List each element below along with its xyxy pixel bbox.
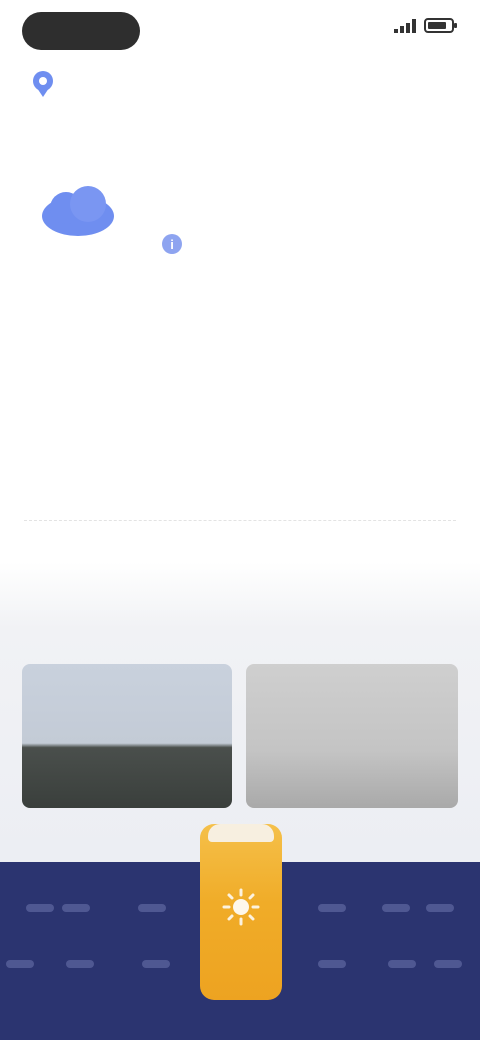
- location-pin-icon[interactable]: [28, 68, 58, 98]
- nav-dot: [318, 904, 346, 912]
- condition-row: i: [152, 234, 182, 254]
- nav-dot: [138, 904, 166, 912]
- weather-details-list: [30, 286, 450, 486]
- bottom-navigation: [0, 824, 480, 1040]
- center-action-button[interactable]: [200, 824, 282, 1000]
- signal-icon: [394, 18, 416, 33]
- detail-row: [30, 326, 450, 366]
- nav-item[interactable]: [400, 892, 480, 924]
- nav-item[interactable]: [292, 948, 372, 980]
- detail-row: [30, 286, 450, 326]
- sun-icon: [222, 888, 260, 926]
- detail-row: [30, 366, 450, 406]
- nav-dot: [426, 904, 454, 912]
- details-divider: [24, 520, 456, 521]
- nav-item[interactable]: [408, 948, 480, 980]
- nav-item[interactable]: [36, 892, 116, 924]
- detail-row: [30, 446, 450, 486]
- status-time: [22, 12, 140, 50]
- nav-dot: [318, 960, 346, 968]
- nav-item[interactable]: [112, 892, 192, 924]
- battery-icon: [424, 18, 457, 33]
- nav-dot: [66, 960, 94, 968]
- map-card-satellite[interactable]: [246, 664, 458, 808]
- nav-dot: [434, 960, 462, 968]
- cloud-icon: [42, 186, 114, 236]
- nav-dot: [62, 904, 90, 912]
- weather-app-screen: i: [0, 0, 480, 1040]
- nav-item[interactable]: [40, 948, 120, 980]
- nav-dot: [6, 960, 34, 968]
- nav-item[interactable]: [116, 948, 196, 980]
- status-bar: [0, 0, 480, 56]
- center-button-cap: [208, 824, 274, 842]
- nav-dot: [142, 960, 170, 968]
- info-icon[interactable]: i: [162, 234, 182, 254]
- detail-row: [30, 406, 450, 446]
- app-header: [0, 60, 480, 104]
- map-card-radar[interactable]: [22, 664, 232, 808]
- status-indicators: [394, 18, 457, 33]
